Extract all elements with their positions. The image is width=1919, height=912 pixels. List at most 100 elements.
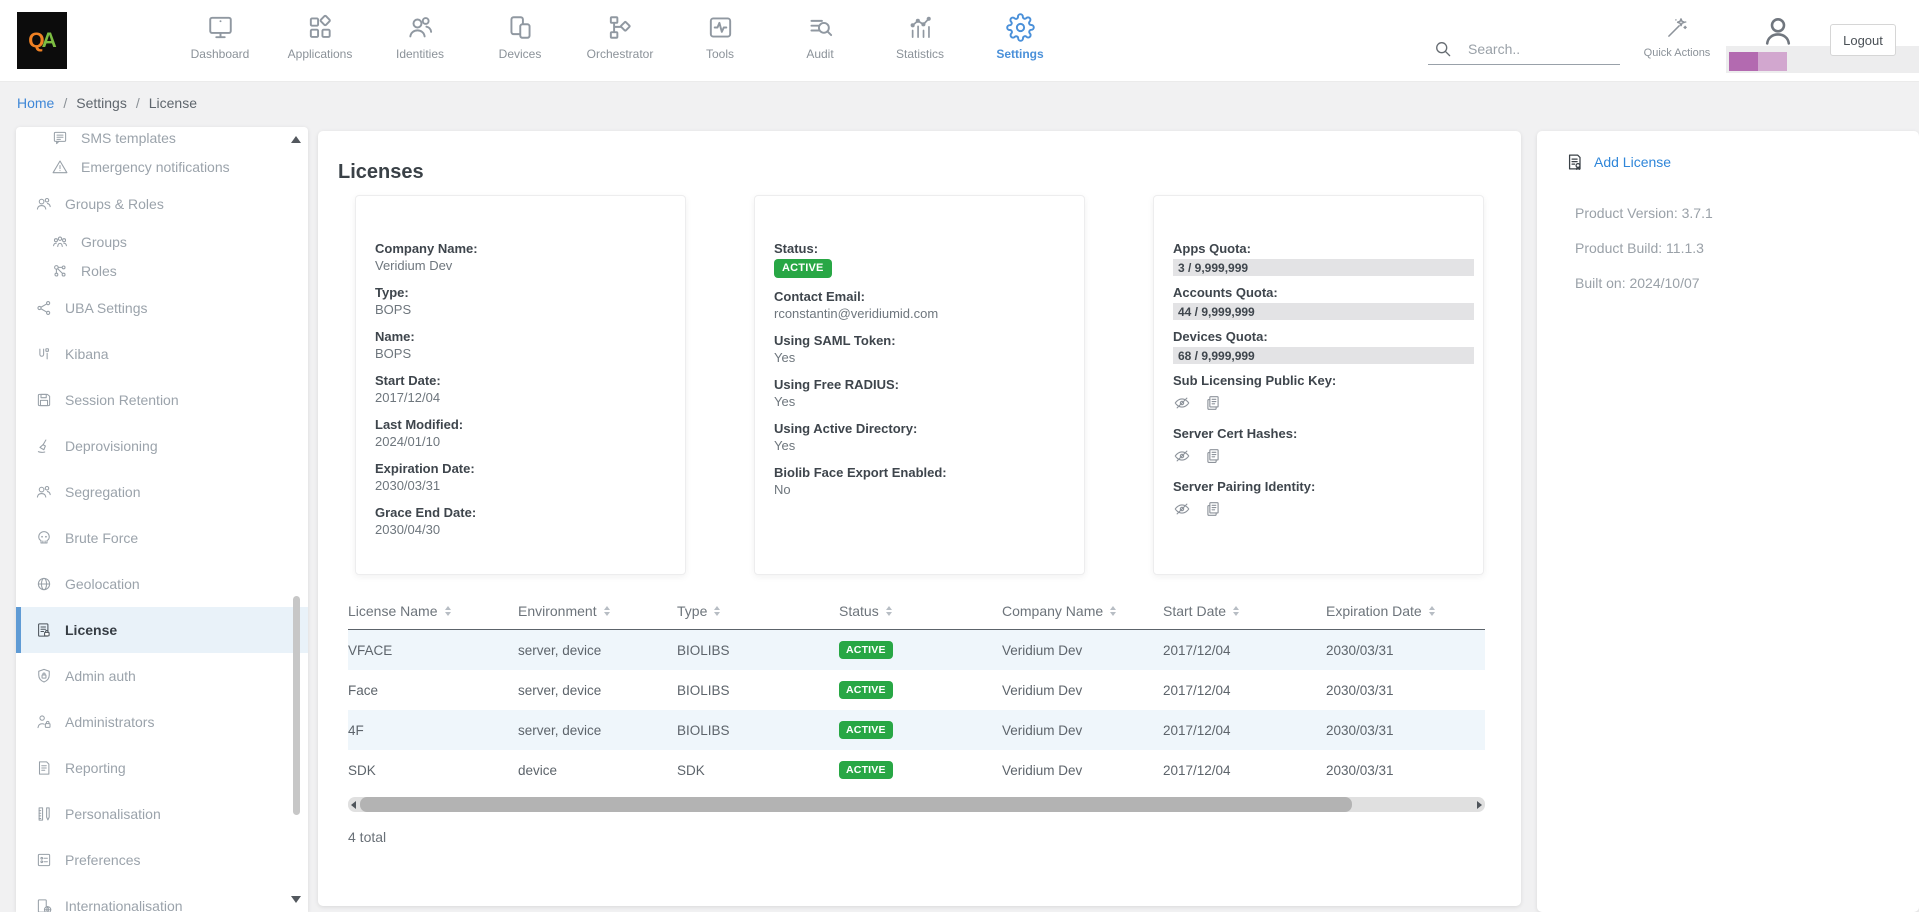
column-header-company-name[interactable]: Company Name	[1002, 603, 1163, 619]
group-icon	[51, 233, 69, 251]
table-row-sdk[interactable]: SDK device SDK ACTIVE Veridium Dev 2017/…	[348, 750, 1485, 790]
field-value: Yes	[774, 350, 1065, 366]
eye-off-icon[interactable]	[1173, 447, 1191, 465]
cell-status: ACTIVE	[801, 681, 1002, 699]
broom-icon	[35, 437, 53, 455]
column-header-environment[interactable]: Environment	[518, 603, 677, 619]
eye-off-icon[interactable]	[1173, 500, 1191, 518]
scroll-right-arrow[interactable]	[1477, 801, 1482, 809]
breadcrumb-item-license[interactable]: License	[127, 95, 197, 111]
sidebar-item-admin-auth[interactable]: Admin auth	[16, 653, 308, 699]
sidebar-item-preferences[interactable]: Preferences	[16, 837, 308, 883]
floppy-icon	[35, 391, 53, 409]
color-swatch	[1729, 52, 1787, 71]
copy-icon[interactable]	[1204, 500, 1222, 518]
sidebar-item-license[interactable]: License	[16, 607, 308, 653]
sidebar-item-session-retention[interactable]: Session Retention	[16, 377, 308, 423]
product-build: Product Build: 11.1.3	[1575, 240, 1713, 256]
sms-icon	[51, 129, 69, 147]
field: Company Name: Veridium Dev	[375, 241, 666, 274]
licenses-table: License Name Environment Type St	[348, 593, 1485, 845]
quick-actions-button[interactable]: Quick Actions	[1637, 0, 1717, 81]
sidebar-item-internationalisation[interactable]: Internationalisation	[16, 883, 308, 912]
sidebar-item-roles[interactable]: Roles	[16, 256, 308, 285]
field-value: rconstantin@veridiumid.com	[774, 306, 1065, 322]
scroll-left-arrow[interactable]	[351, 801, 356, 809]
table-row-face[interactable]: Face server, device BIOLIBS ACTIVE Verid…	[348, 670, 1485, 710]
eye-off-icon[interactable]	[1173, 394, 1191, 412]
nav-item-tools[interactable]: Tools	[670, 0, 770, 81]
kibana-icon	[35, 345, 53, 363]
orchestrator-icon	[606, 13, 635, 42]
app-logo[interactable]: Q A	[17, 12, 67, 69]
sidebar-scroll-down-arrow[interactable]	[291, 896, 301, 903]
sidebar-item-kibana[interactable]: Kibana	[16, 331, 308, 377]
skull-icon	[35, 529, 53, 547]
sidebar-item-groups-roles[interactable]: Groups & Roles	[16, 181, 308, 227]
settings-sidebar: SMS templates Emergency notifications Gr…	[16, 127, 308, 912]
magic-wand-icon	[1664, 15, 1690, 41]
nav-item-devices[interactable]: Devices	[470, 0, 570, 81]
sort-icon[interactable]	[886, 606, 892, 616]
quota-progress-bar: 44 / 9,999,999	[1173, 303, 1474, 320]
column-header-type[interactable]: Type	[677, 603, 801, 619]
search-input[interactable]	[1466, 40, 1610, 58]
field: Using Active Directory: Yes	[774, 421, 1065, 454]
sidebar-scroll-up-arrow[interactable]	[291, 136, 301, 143]
quota-list: Apps Quota: 3 / 9,999,999 Accounts Quota…	[1173, 241, 1474, 364]
column-header-status[interactable]: Status	[801, 603, 1002, 619]
column-header-expiration-date[interactable]: Expiration Date	[1326, 603, 1485, 619]
sidebar-item-segregation[interactable]: Segregation	[16, 469, 308, 515]
nav-item-applications[interactable]: Applications	[270, 0, 370, 81]
cell-environment: server, device	[518, 683, 677, 698]
sidebar-item-uba-settings[interactable]: UBA Settings	[16, 285, 308, 331]
sidebar-item-sms-templates[interactable]: SMS templates	[16, 127, 308, 152]
nav-item-orchestrator[interactable]: Orchestrator	[570, 0, 670, 81]
secret-field: Server Cert Hashes:	[1173, 426, 1474, 465]
table-header-row: License Name Environment Type St	[348, 593, 1485, 630]
quota-progress-bar: 68 / 9,999,999	[1173, 347, 1474, 364]
sidebar-item-groups[interactable]: Groups	[16, 227, 308, 256]
sidebar-item-deprovisioning[interactable]: Deprovisioning	[16, 423, 308, 469]
sidebar-item-emergency-notifications[interactable]: Emergency notifications	[16, 152, 308, 181]
breadcrumb-item-settings[interactable]: Settings	[54, 95, 126, 111]
column-header-start-date[interactable]: Start Date	[1163, 603, 1326, 619]
nav-item-statistics[interactable]: Statistics	[870, 0, 970, 81]
logout-button[interactable]: Logout	[1830, 24, 1896, 56]
sidebar-item-personalisation[interactable]: Personalisation	[16, 791, 308, 837]
sidebar-scrollbar-thumb[interactable]	[293, 596, 300, 815]
sort-icon[interactable]	[1110, 606, 1116, 616]
user-avatar[interactable]	[1760, 13, 1796, 49]
cell-expiration-date: 2030/03/31	[1326, 683, 1485, 698]
copy-icon[interactable]	[1204, 394, 1222, 412]
nav-item-audit[interactable]: Audit	[770, 0, 870, 81]
cell-type: SDK	[677, 763, 801, 778]
table-row-4f[interactable]: 4F server, device BIOLIBS ACTIVE Veridiu…	[348, 710, 1485, 750]
quota-field: Accounts Quota: 44 / 9,999,999	[1173, 285, 1474, 320]
copy-icon[interactable]	[1204, 447, 1222, 465]
secret-list: Sub Licensing Public Key: Server Cert Ha…	[1173, 373, 1474, 518]
sort-icon[interactable]	[1429, 606, 1435, 616]
add-license-button[interactable]: Add License	[1565, 152, 1671, 172]
secret-label: Server Pairing Identity:	[1173, 479, 1474, 495]
field-value: BOPS	[375, 302, 666, 318]
sort-icon[interactable]	[714, 606, 720, 616]
sidebar-item-administrators[interactable]: Administrators	[16, 699, 308, 745]
secret-field: Server Pairing Identity:	[1173, 479, 1474, 518]
sort-icon[interactable]	[604, 606, 610, 616]
sort-icon[interactable]	[445, 606, 451, 616]
horizontal-scrollbar-thumb[interactable]	[360, 797, 1352, 812]
table-row-vface[interactable]: VFACE server, device BIOLIBS ACTIVE Veri…	[348, 630, 1485, 670]
breadcrumb-item-home[interactable]: Home	[17, 95, 54, 111]
nav-item-settings[interactable]: Settings	[970, 0, 1070, 81]
cell-start-date: 2017/12/04	[1163, 643, 1326, 658]
sidebar-item-brute-force[interactable]: Brute Force	[16, 515, 308, 561]
sort-icon[interactable]	[1233, 606, 1239, 616]
nav-item-dashboard[interactable]: Dashboard	[170, 0, 270, 81]
sidebar-item-reporting[interactable]: Reporting	[16, 745, 308, 791]
column-header-license-name[interactable]: License Name	[348, 603, 518, 619]
breadcrumb: Home Settings License	[17, 95, 197, 111]
sidebar-item-geolocation[interactable]: Geolocation	[16, 561, 308, 607]
nav-item-identities[interactable]: Identities	[370, 0, 470, 81]
field-value: 2017/12/04	[375, 390, 666, 406]
